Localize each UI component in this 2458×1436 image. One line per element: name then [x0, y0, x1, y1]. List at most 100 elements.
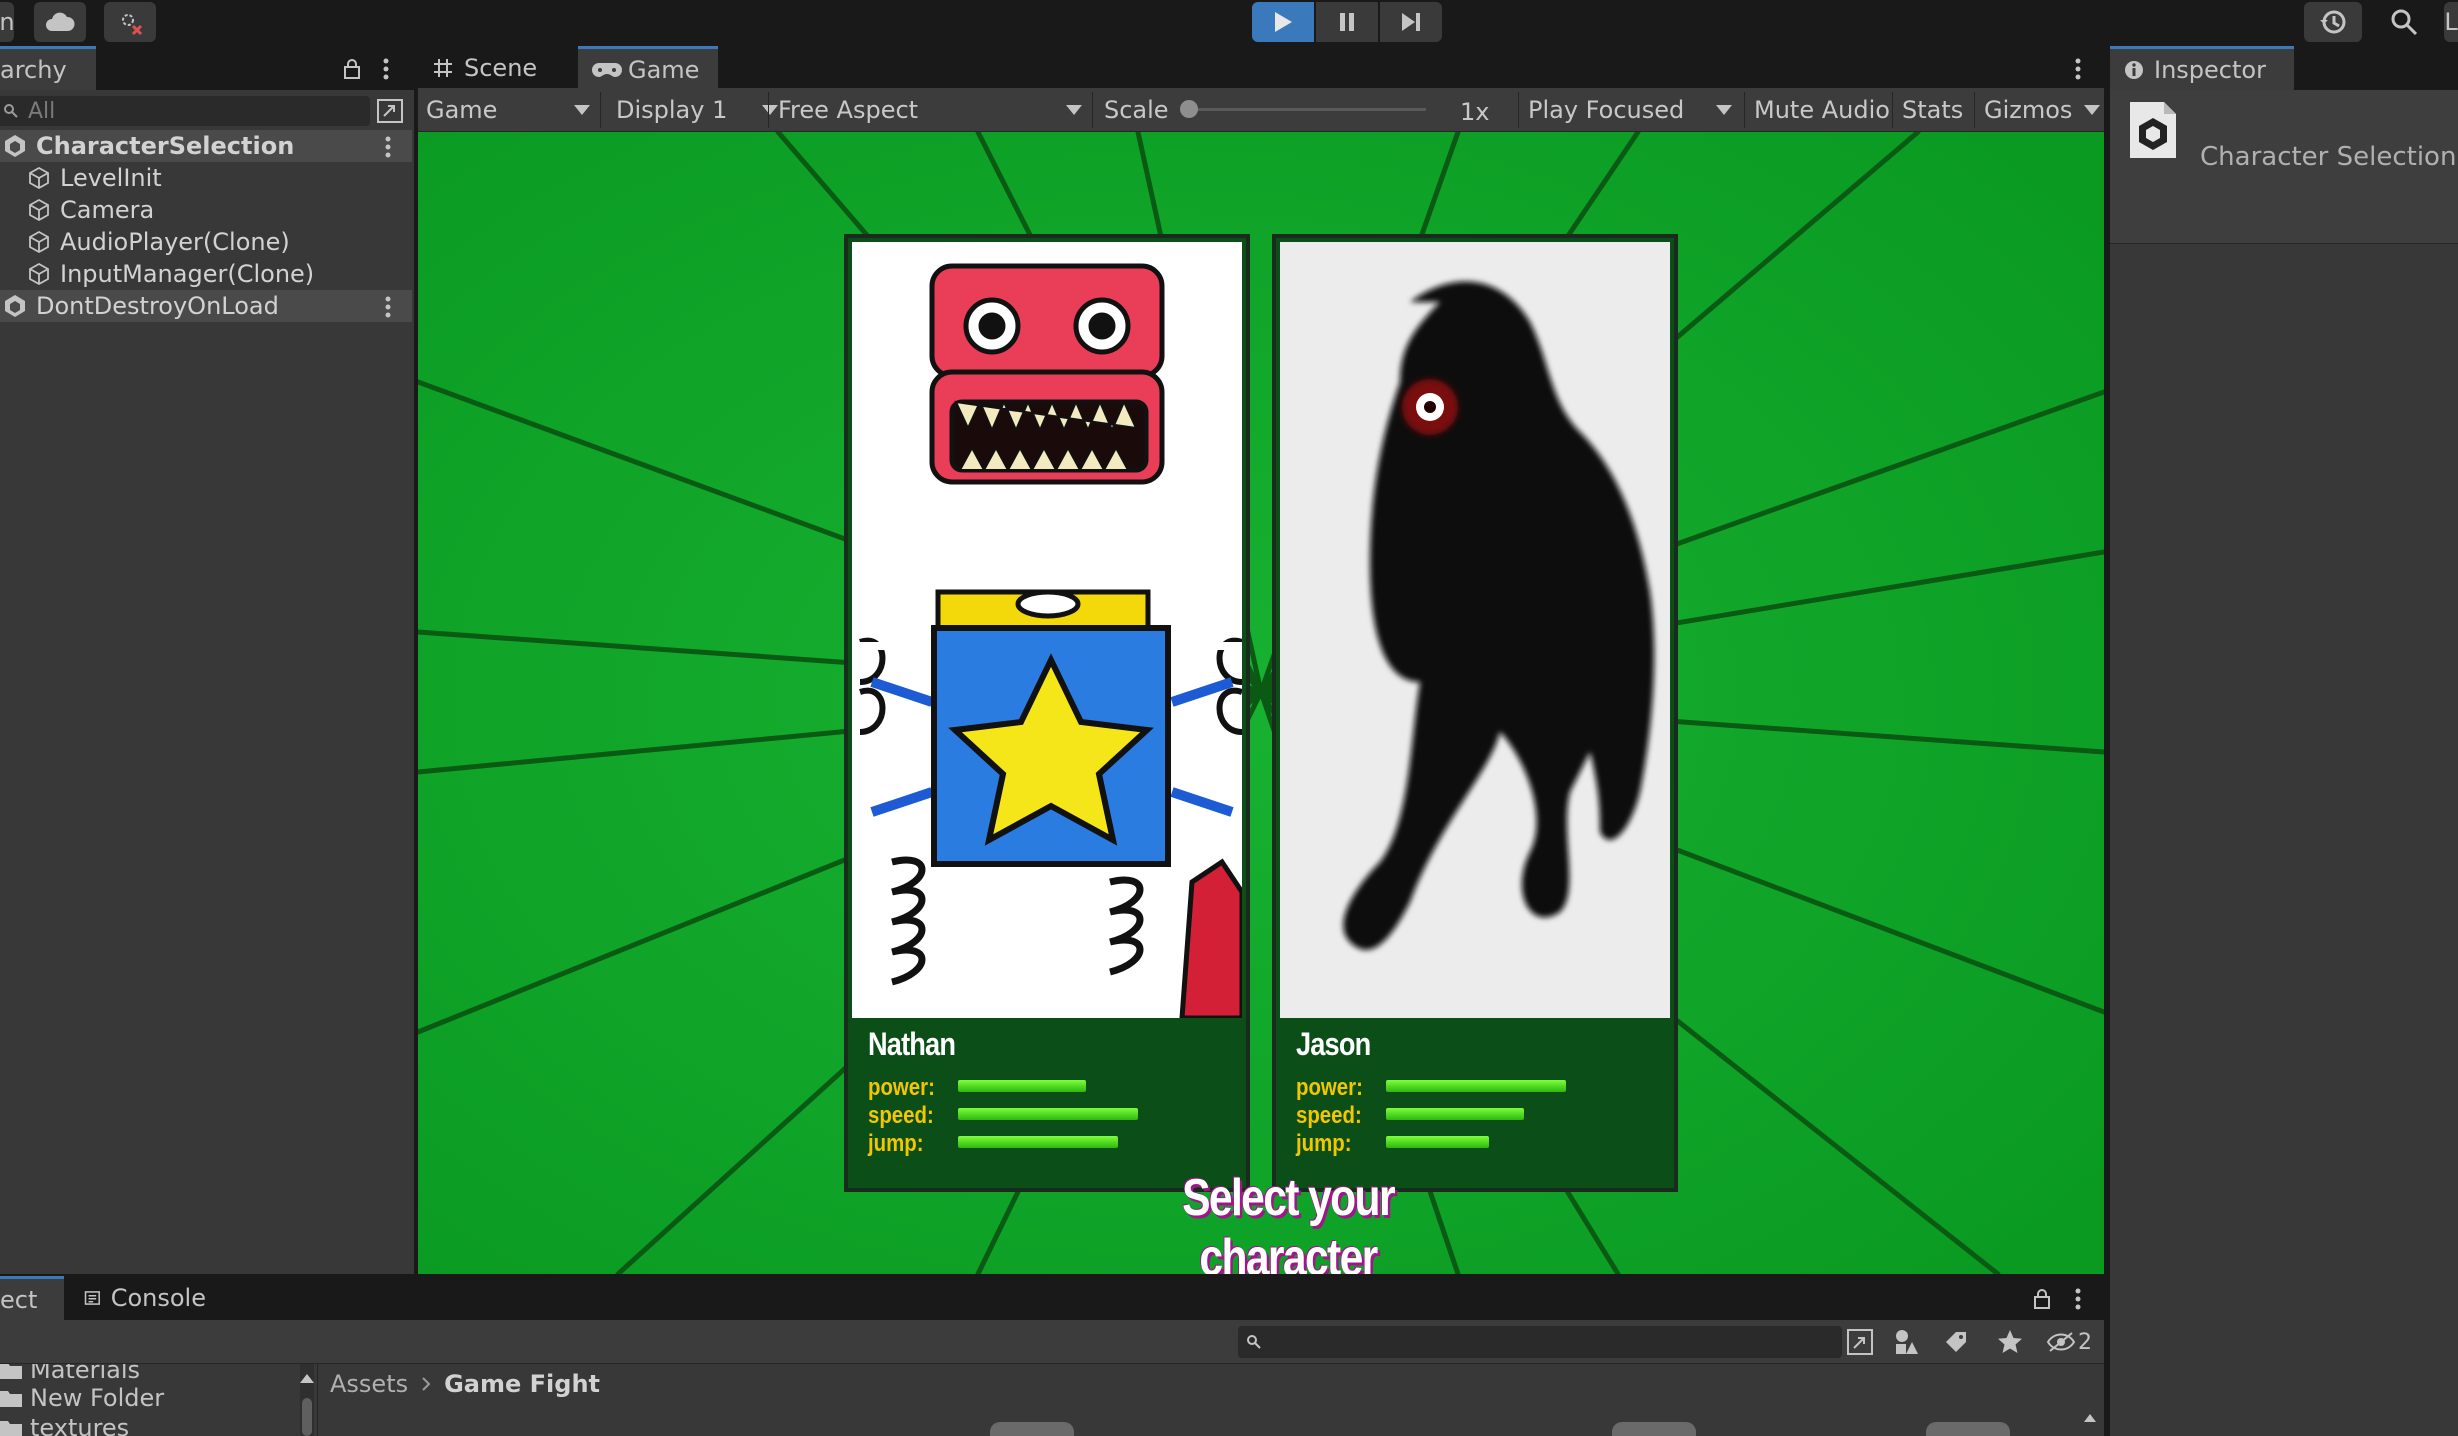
kebab-menu-icon[interactable]	[384, 296, 392, 318]
gameobject-icon	[29, 166, 49, 190]
bottom-tabbar: ect Console	[0, 1276, 2104, 1320]
center-tabbar: Scene Game	[418, 46, 2104, 90]
open-window-icon[interactable]	[1846, 1328, 1874, 1356]
step-button[interactable]	[1380, 2, 1442, 42]
gameobject-icon	[29, 262, 49, 286]
step-icon	[1402, 13, 1420, 31]
chevron-down-icon	[1066, 105, 1082, 115]
project-toolbar: 2	[0, 1320, 2104, 1364]
play-mode-dropdown[interactable]: Play Focused	[1520, 88, 1738, 132]
hierarchy-item-inputmanager[interactable]: InputManager(Clone)	[0, 258, 412, 290]
unity-scene-icon	[5, 135, 25, 157]
hierarchy-item-camera[interactable]: Camera	[0, 194, 412, 226]
scale-slider-track[interactable]	[1188, 108, 1426, 111]
project-search-input[interactable]	[1238, 1326, 1842, 1358]
hierarchy-scene-dontdestroyonload[interactable]: DontDestroyOnLoad	[0, 290, 412, 322]
folder-item-textures[interactable]: textures	[0, 1412, 129, 1436]
aspect-label: Free Aspect	[778, 96, 919, 124]
pause-icon	[1340, 13, 1354, 31]
hidden-packages-toggle[interactable]: 2	[2046, 1326, 2092, 1358]
account-button-label: n	[0, 8, 15, 36]
aspect-dropdown[interactable]: Free Aspect	[770, 88, 1094, 132]
separator	[600, 92, 601, 128]
shadow-creature-illustration	[1343, 281, 1655, 950]
tab-scene[interactable]: Scene	[418, 46, 570, 90]
open-window-icon[interactable]	[376, 98, 404, 124]
mute-audio-toggle[interactable]: Mute Audio	[1746, 88, 1890, 132]
inspector-tabbar: Inspector	[2110, 46, 2458, 90]
tab-inspector[interactable]: Inspector	[2110, 46, 2294, 90]
game-view[interactable]: Nathan power: speed: jump: Jason power: …	[418, 132, 2104, 1274]
collab-button[interactable]	[104, 2, 156, 42]
cloud-button[interactable]	[34, 2, 86, 42]
search-icon	[2391, 9, 2418, 36]
breadcrumb-game-fight[interactable]: Game Fight	[444, 1370, 600, 1398]
stats-toggle[interactable]: Stats	[1894, 88, 1972, 132]
scroll-up-icon[interactable]	[300, 1374, 314, 1383]
favorite-star-icon[interactable]	[1996, 1328, 2024, 1356]
tab-console[interactable]: Console	[70, 1276, 220, 1320]
scrollbar-thumb[interactable]	[302, 1398, 312, 1436]
account-button[interactable]: n	[0, 2, 15, 42]
folder-tree-scrollbar[interactable]	[300, 1364, 314, 1436]
hierarchy-search-bar: All	[0, 94, 414, 128]
kebab-menu-icon[interactable]	[2074, 1288, 2082, 1310]
asset-thumbnail[interactable]	[990, 1422, 1074, 1436]
breadcrumb-assets[interactable]: Assets	[330, 1370, 408, 1398]
tab-game[interactable]: Game	[578, 46, 718, 90]
sunburst-background	[418, 132, 2104, 1274]
display-dropdown[interactable]: Display 1	[606, 88, 784, 132]
kebab-menu-icon[interactable]	[382, 58, 390, 80]
gizmos-label: Gizmos	[1984, 96, 2073, 124]
hierarchy-scene-characterselection[interactable]: CharacterSelection	[0, 130, 412, 162]
play-button[interactable]	[1252, 2, 1314, 42]
stat-label-jump: jump:	[868, 1130, 924, 1157]
select-character-prompt: Select your character	[1182, 1169, 1395, 1274]
history-icon	[2320, 10, 2346, 34]
character-card-jason[interactable]: Jason power: speed: jump:	[1272, 234, 1678, 1192]
inspector-panel: Inspector Character Selection	[2110, 46, 2458, 1436]
character-card-nathan[interactable]: Nathan power: speed: jump:	[844, 234, 1250, 1192]
tab-project[interactable]: ect	[0, 1276, 64, 1320]
label-tag-icon[interactable]	[1942, 1328, 1970, 1356]
history-button[interactable]	[2304, 2, 2362, 42]
folder-label: Materials	[30, 1364, 141, 1384]
folder-item-new-folder[interactable]: New Folder	[0, 1382, 164, 1414]
character-portrait	[852, 242, 1242, 1018]
filter-by-type-icon[interactable]	[1892, 1328, 1920, 1356]
unity-scene-icon	[5, 295, 25, 317]
lock-icon[interactable]	[342, 58, 362, 80]
scroll-up-icon[interactable]	[2084, 1414, 2096, 1422]
lock-icon[interactable]	[2032, 1288, 2052, 1310]
asset-thumbnail[interactable]	[1926, 1422, 2010, 1436]
main-toolbar: n L	[0, 0, 2458, 46]
tab-hierarchy[interactable]: archy	[0, 46, 96, 90]
hierarchy-item-audioplayer[interactable]: AudioPlayer(Clone)	[0, 226, 412, 258]
stat-label-speed: speed:	[1296, 1102, 1362, 1129]
boxy-monster-illustration	[856, 263, 1242, 1018]
view-mode-dropdown[interactable]: Game	[418, 88, 598, 132]
mute-audio-label: Mute Audio	[1754, 96, 1890, 124]
character-portrait	[1280, 242, 1670, 1018]
folder-label: textures	[30, 1414, 130, 1436]
chevron-down-icon	[2084, 105, 2100, 115]
kebab-menu-icon[interactable]	[384, 136, 392, 158]
cloud-icon	[46, 12, 75, 31]
gameobject-icon	[29, 198, 49, 222]
hierarchy-item-label: CharacterSelection	[36, 132, 295, 160]
gizmos-toggle[interactable]: Gizmos	[1976, 88, 2104, 132]
hierarchy-search-input[interactable]: All	[0, 96, 370, 126]
project-panel: ect Console 2 Materials New Folder textu…	[0, 1276, 2104, 1436]
hierarchy-item-levelinit[interactable]: LevelInit	[0, 162, 412, 194]
layout-button[interactable]: L	[2444, 2, 2458, 42]
asset-thumbnail[interactable]	[1612, 1422, 1696, 1436]
kebab-menu-icon[interactable]	[2074, 58, 2082, 80]
hierarchy-item-label: DontDestroyOnLoad	[36, 292, 279, 320]
separator	[1974, 92, 1975, 128]
scale-slider-thumb[interactable]	[1180, 100, 1198, 118]
stat-label-speed: speed:	[868, 1102, 934, 1129]
chevron-down-icon	[574, 105, 590, 115]
search-button[interactable]	[2378, 2, 2430, 42]
assets-scrollbar[interactable]	[2082, 1404, 2098, 1436]
pause-button[interactable]	[1316, 2, 1378, 42]
